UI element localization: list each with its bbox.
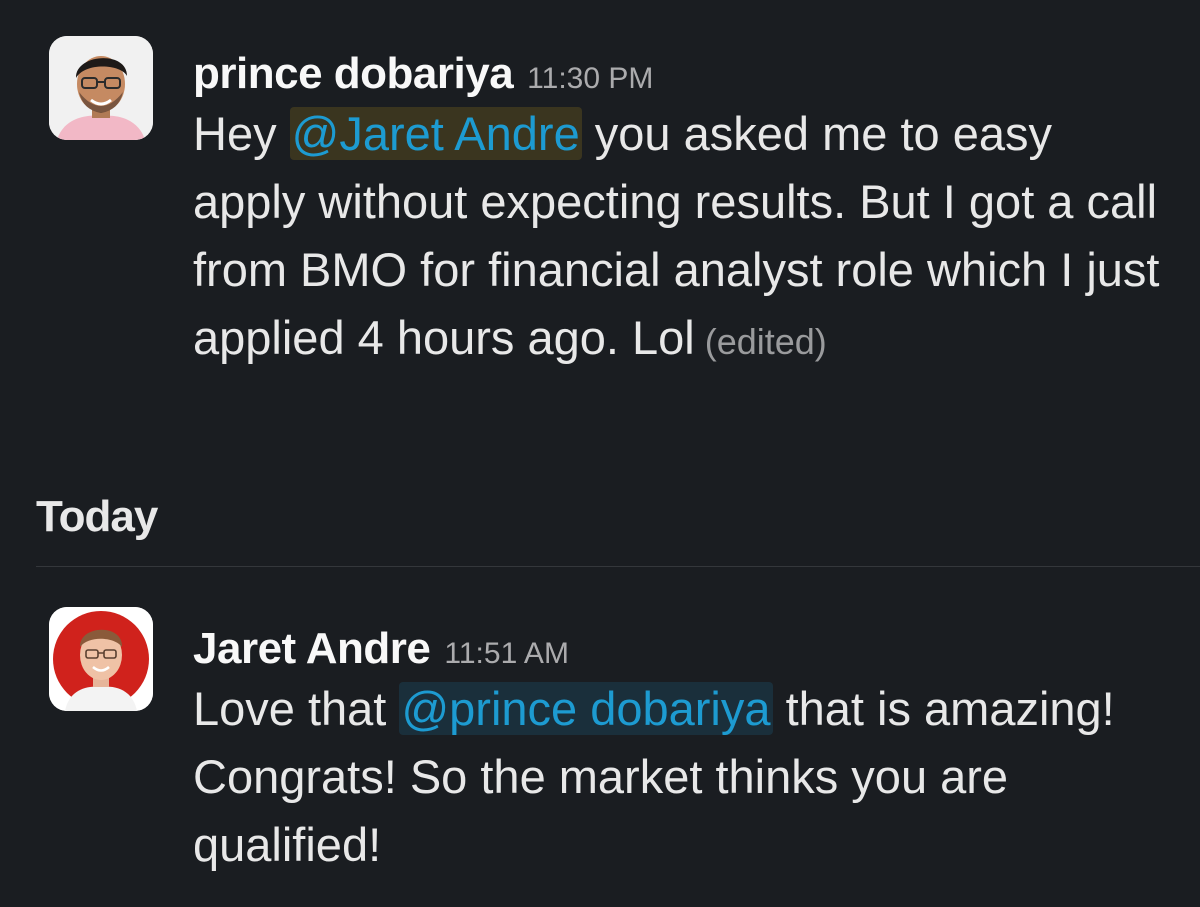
avatar[interactable] [49,36,153,140]
edited-label: (edited) [704,321,827,362]
user-mention[interactable]: @prince dobariya [399,682,773,735]
message-body: Love that @prince dobariya that is amazi… [193,675,1173,879]
message-text: Hey [193,107,290,160]
message-text: Love that [193,682,400,735]
user-photo-icon [49,607,153,711]
day-divider-label: Today [36,492,158,541]
day-divider [36,566,1200,567]
user-photo-icon [49,36,153,140]
user-mention[interactable]: @Jaret Andre [289,107,582,160]
avatar[interactable] [49,607,153,711]
message-body: Hey @Jaret Andre you asked me to easy ap… [193,100,1173,376]
